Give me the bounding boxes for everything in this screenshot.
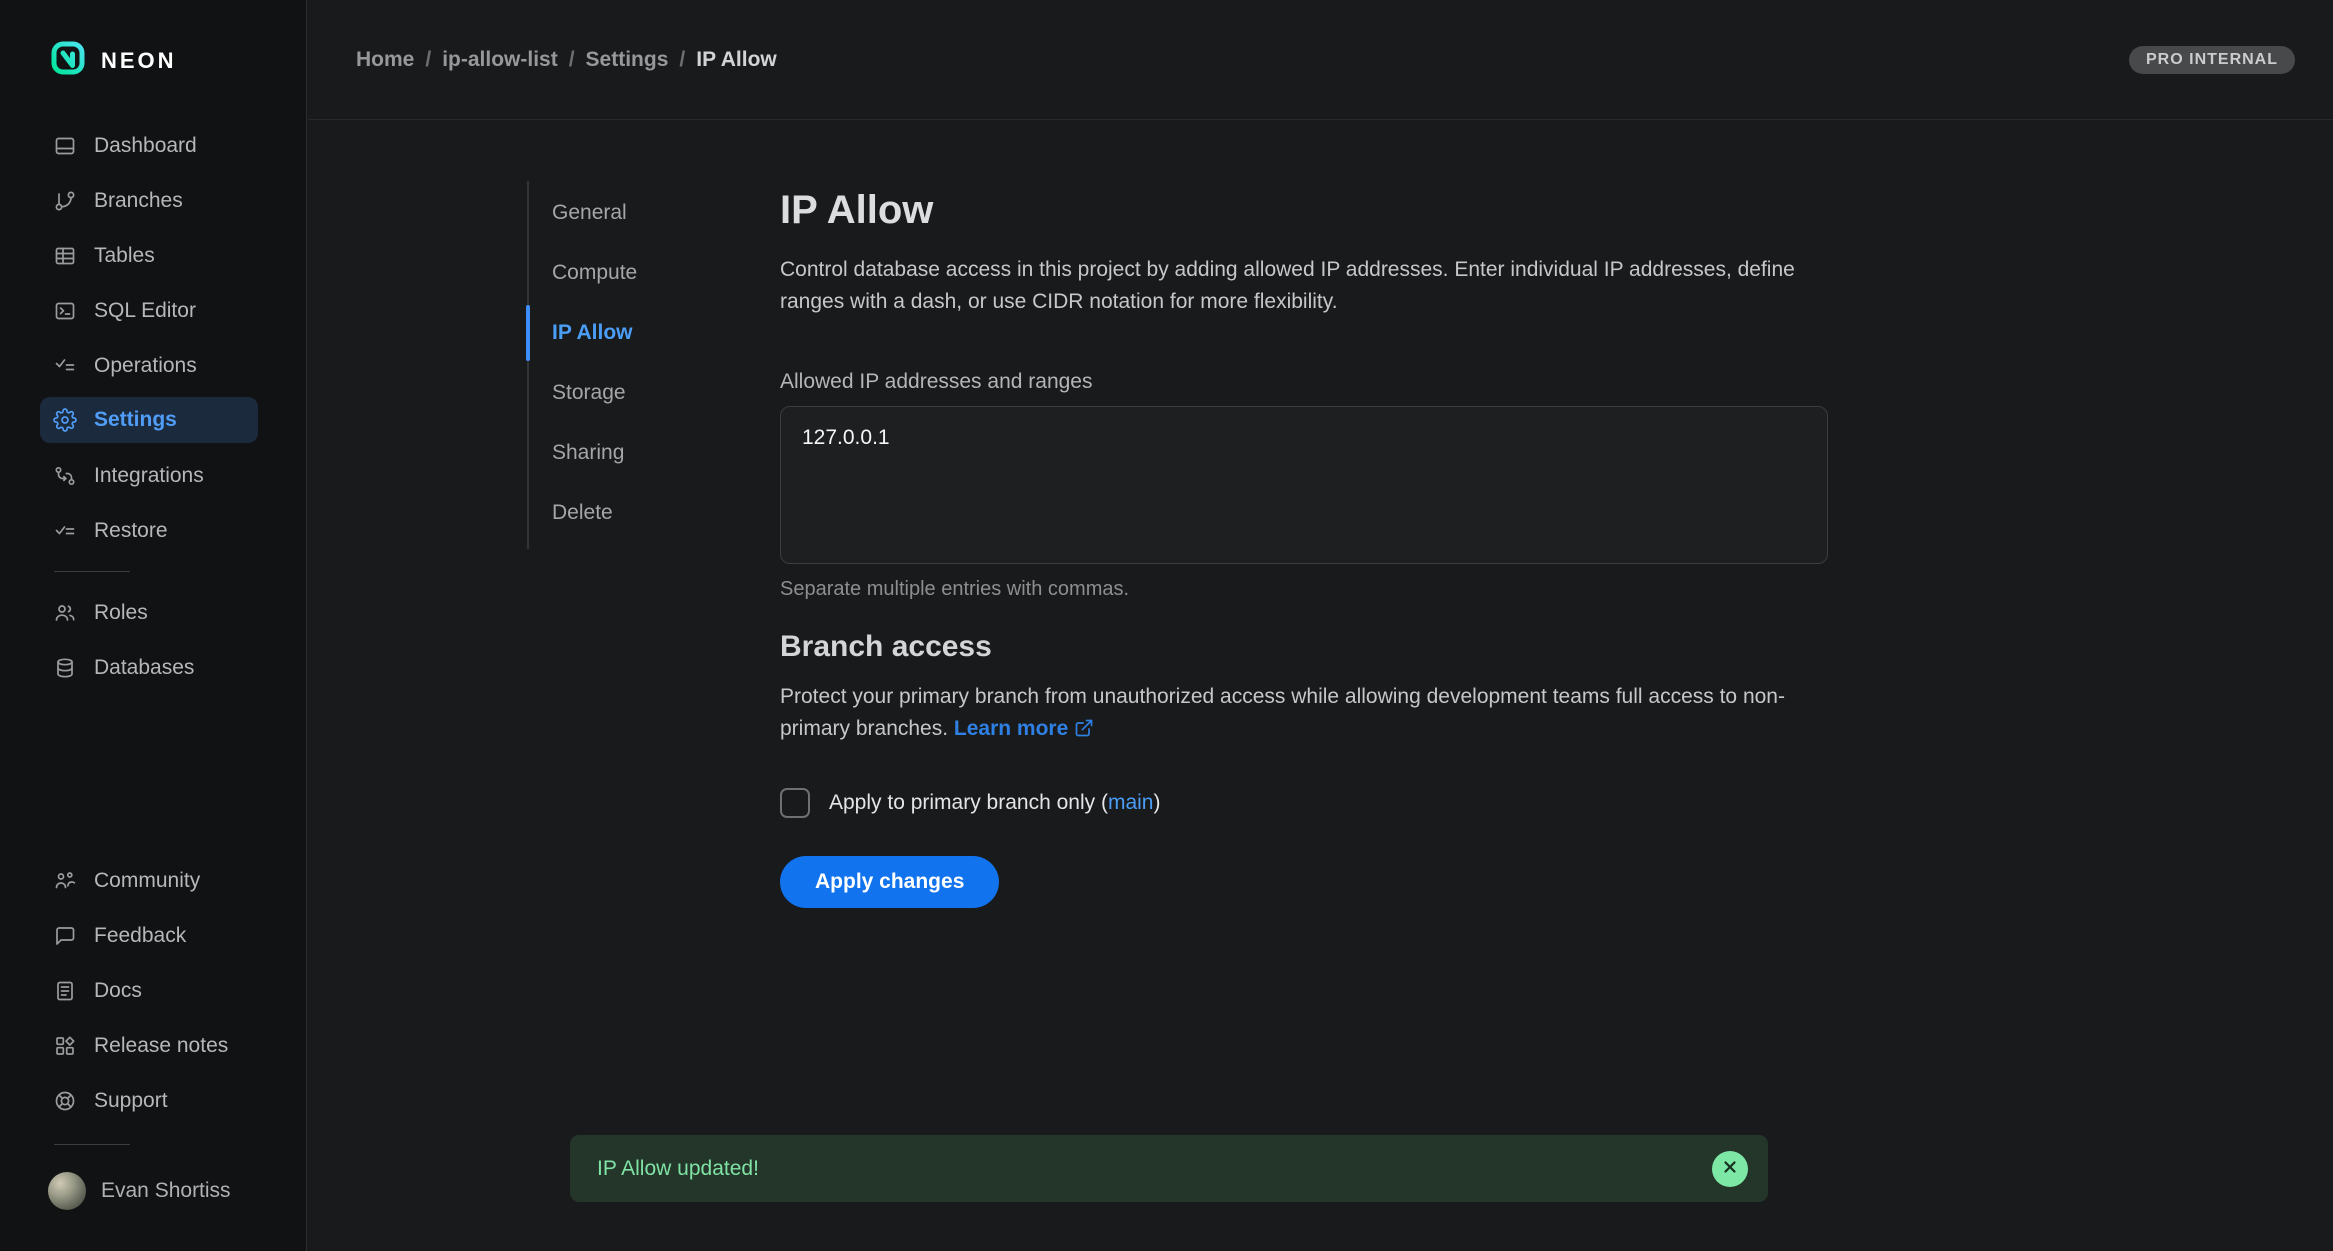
sidebar-item-label: Settings [94, 408, 177, 432]
sidebar-item-roles[interactable]: Roles [0, 585, 298, 640]
sidebar-item-label: Release notes [94, 1034, 228, 1058]
sidebar-item-branches[interactable]: Branches [0, 173, 298, 228]
sidebar-item-label: Restore [94, 519, 168, 543]
subnav-item-general[interactable]: General [527, 183, 703, 243]
learn-more-link[interactable]: Learn more [954, 717, 1094, 740]
close-icon [1721, 1158, 1739, 1179]
sidebar-item-tables[interactable]: Tables [0, 228, 298, 283]
breadcrumb-project[interactable]: ip-allow-list [442, 48, 558, 72]
toast-close-button[interactable] [1712, 1151, 1748, 1187]
git-branch-icon [53, 189, 77, 213]
users-icon [53, 601, 77, 625]
life-buoy-icon [53, 1089, 77, 1113]
ip-allow-panel: IP Allow Control database access in this… [780, 186, 1828, 908]
sidebar-item-label: Community [94, 869, 200, 893]
ip-addresses-helper: Separate multiple entries with commas. [780, 578, 1828, 601]
gear-icon [53, 408, 77, 432]
sidebar-divider [54, 571, 130, 572]
branch-access-description-text: Protect your primary branch from unautho… [780, 685, 1785, 740]
dashboard-icon [53, 134, 77, 158]
sidebar-divider [54, 1144, 130, 1145]
sidebar-item-feedback[interactable]: Feedback [0, 908, 298, 963]
document-icon [53, 979, 77, 1003]
sidebar-item-label: Docs [94, 979, 142, 1003]
sidebar-item-label: Feedback [94, 924, 186, 948]
neon-logo[interactable]: NEON [50, 40, 177, 81]
table-icon [53, 244, 77, 268]
primary-branch-checkbox[interactable] [780, 788, 810, 818]
sidebar-item-settings[interactable]: Settings [40, 397, 258, 443]
page-title: IP Allow [780, 186, 1828, 234]
chat-bubble-icon [53, 924, 77, 948]
app-window: NEON Dashboard Branches Tables [0, 0, 2333, 1251]
check-list-icon [53, 354, 77, 378]
subnav-item-ip-allow[interactable]: IP Allow [527, 303, 703, 363]
neon-logotype: NEON [101, 48, 177, 74]
sidebar-item-databases[interactable]: Databases [0, 640, 298, 695]
sidebar-item-release-notes[interactable]: Release notes [0, 1018, 298, 1073]
sidebar-item-operations[interactable]: Operations [0, 338, 298, 393]
sidebar-item-restore[interactable]: Restore [0, 503, 298, 558]
main-branch-link[interactable]: main [1108, 791, 1154, 814]
sidebar-item-label: SQL Editor [94, 299, 196, 323]
breadcrumb: Home / ip-allow-list / Settings / IP All… [356, 48, 777, 72]
sidebar-item-label: Dashboard [94, 134, 197, 158]
branch-access-description: Protect your primary branch from unautho… [780, 681, 1805, 748]
plan-badge: PRO INTERNAL [2129, 46, 2295, 74]
subnav-item-delete[interactable]: Delete [527, 483, 703, 543]
sidebar-item-community[interactable]: Community [0, 853, 298, 908]
breadcrumb-separator: / [425, 48, 431, 72]
sidebar-bottom-nav: Community Feedback Docs Release notes [0, 853, 298, 1221]
sidebar-item-label: Databases [94, 656, 194, 680]
sidebar-item-sql-editor[interactable]: SQL Editor [0, 283, 298, 338]
sidebar-item-integrations[interactable]: Integrations [0, 448, 298, 503]
apply-changes-button[interactable]: Apply changes [780, 856, 999, 908]
sidebar-item-label: Tables [94, 244, 155, 268]
restore-icon [53, 519, 77, 543]
sidebar-item-docs[interactable]: Docs [0, 963, 298, 1018]
branch-access-title: Branch access [780, 629, 1828, 665]
sidebar-item-label: Support [94, 1089, 168, 1113]
sidebar-item-dashboard[interactable]: Dashboard [0, 118, 298, 173]
sidebar: NEON Dashboard Branches Tables [0, 0, 307, 1251]
settings-subnav: General Compute IP Allow Storage Sharing… [527, 183, 703, 543]
page-description: Control database access in this project … [780, 254, 1805, 318]
integrations-icon [53, 464, 77, 488]
terminal-icon [53, 299, 77, 323]
primary-branch-checkbox-label: Apply to primary branch only (main) [829, 791, 1160, 815]
breadcrumb-home[interactable]: Home [356, 48, 414, 72]
ip-addresses-input[interactable]: 127.0.0.1 [780, 406, 1828, 564]
database-icon [53, 656, 77, 680]
ip-addresses-label: Allowed IP addresses and ranges [780, 370, 1828, 394]
community-icon [53, 869, 77, 893]
sidebar-item-label: Operations [94, 354, 197, 378]
subnav-item-sharing[interactable]: Sharing [527, 423, 703, 483]
breadcrumb-separator: / [679, 48, 685, 72]
sidebar-item-label: Integrations [94, 464, 204, 488]
breadcrumb-settings[interactable]: Settings [586, 48, 669, 72]
breadcrumb-current: IP Allow [696, 48, 777, 72]
release-notes-icon [53, 1034, 77, 1058]
external-link-icon [1074, 716, 1094, 748]
user-menu[interactable]: Evan Shortiss [0, 1161, 298, 1221]
toast-message: IP Allow updated! [597, 1157, 759, 1181]
breadcrumb-separator: / [569, 48, 575, 72]
neon-logo-icon [50, 40, 86, 81]
subnav-item-compute[interactable]: Compute [527, 243, 703, 303]
subnav-item-storage[interactable]: Storage [527, 363, 703, 423]
topbar: Home / ip-allow-list / Settings / IP All… [308, 0, 2333, 120]
success-toast: IP Allow updated! [570, 1135, 1768, 1202]
sidebar-item-label: Roles [94, 601, 148, 625]
primary-branch-checkbox-row[interactable]: Apply to primary branch only (main) [780, 788, 1828, 818]
sidebar-item-label: Branches [94, 189, 183, 213]
sidebar-nav: Dashboard Branches Tables SQL Editor [0, 118, 298, 695]
sidebar-item-support[interactable]: Support [0, 1073, 298, 1128]
user-name: Evan Shortiss [101, 1179, 231, 1203]
user-avatar [48, 1172, 86, 1210]
